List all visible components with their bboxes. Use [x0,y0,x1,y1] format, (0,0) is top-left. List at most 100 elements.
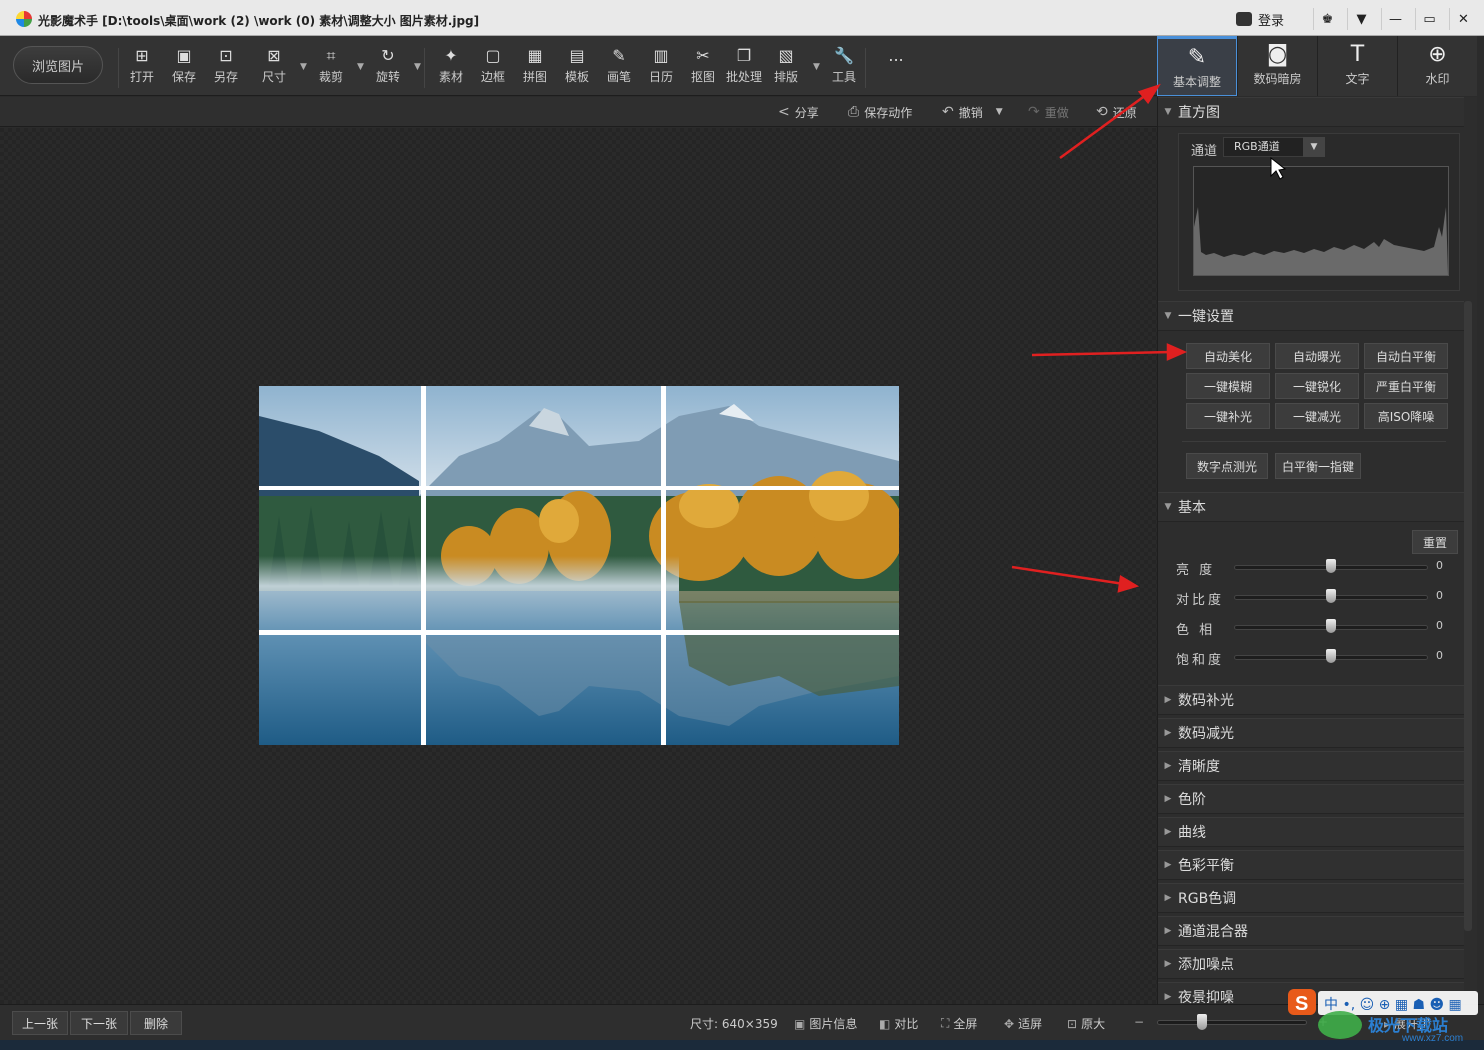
collapsed-section-header[interactable]: ▶ 数码补光 [1158,685,1464,715]
slider-value: 0 [1436,589,1443,602]
panel-scrollbar[interactable] [1464,301,1472,931]
slider-thumb[interactable] [1326,619,1336,633]
slider-thumb[interactable] [1326,589,1336,603]
slider-label: 饱和度 [1176,653,1225,668]
collapsed-section-header[interactable]: ▶ 清晰度 [1158,751,1464,781]
menu-button[interactable]: ▼ [1347,8,1375,30]
tool-frame-button[interactable]: ▢ 边框 [473,46,513,90]
fit-screen-button[interactable]: ✥ 适屏 [1004,1015,1042,1032]
zoom-slider-thumb[interactable] [1197,1014,1207,1030]
user-icon [1236,12,1252,26]
wrench-icon: 🔧 [834,46,854,65]
white-balance-picker-button[interactable]: 白平衡一指键 [1275,453,1361,479]
image-canvas[interactable] [0,128,1157,1004]
oneclick-button[interactable]: 自动美化 [1186,343,1270,369]
tool-brush-button[interactable]: ✎ 画笔 [599,46,639,90]
prev-image-button[interactable]: 上一张 [12,1011,68,1035]
slider-thumb[interactable] [1326,559,1336,573]
tab-basic-adjust[interactable]: ✎ 基本调整 [1157,36,1237,96]
oneclick-button[interactable]: 高ISO降噪 [1364,403,1448,429]
dropdown-arrow-icon[interactable]: ▼ [414,62,421,72]
next-image-button[interactable]: 下一张 [70,1011,128,1035]
dropdown-arrow-icon[interactable]: ▼ [300,62,307,72]
collapsed-section-header[interactable]: ▶ RGB色调 [1158,883,1464,913]
tool-rotate-button[interactable]: ↻ 旋转 [368,46,408,90]
photo-preview[interactable] [259,386,899,745]
tool-label: 打开 [129,70,154,84]
oneclick-button[interactable]: 一键补光 [1186,403,1270,429]
caret-right-icon: ▶ [1164,827,1172,837]
maximize-button[interactable]: ▭ [1415,8,1443,30]
oneclick-button[interactable]: 一键减光 [1275,403,1359,429]
caret-right-icon: ▶ [1164,794,1172,804]
dropdown-arrow-icon[interactable]: ▼ [813,62,820,72]
spot-metering-button[interactable]: 数字点测光 [1186,453,1268,479]
oneclick-button[interactable]: 一键锐化 [1275,373,1359,399]
delete-button[interactable]: 删除 [130,1011,182,1035]
undo-dropdown-icon[interactable]: ▼ [996,107,1003,117]
image-info-button[interactable]: ▣ 图片信息 [794,1015,857,1032]
zoom-slider[interactable] [1157,1020,1307,1025]
browse-images-button[interactable]: 浏览图片 [13,46,103,84]
login-button[interactable]: 登录 [1236,9,1284,29]
tab-darkroom[interactable]: ◙ 数码暗房 [1237,36,1317,96]
undo-button[interactable]: ↶ 撤销 ▼ [942,103,1003,121]
collapsed-section-header[interactable]: ▶ 通道混合器 [1158,916,1464,946]
tool-cutout-button[interactable]: ✂ 抠图 [683,46,723,90]
skin-button[interactable]: ♚ [1313,8,1341,30]
slider-label: 色 相 [1176,623,1216,638]
tool-open-button[interactable]: ⊞ 打开 [122,46,162,90]
original-label: 原大 [1081,1017,1106,1031]
reset-button[interactable]: 重置 [1412,530,1458,554]
redo-button[interactable]: ↷ 重做 [1028,103,1069,121]
collapsed-section-header[interactable]: ▶ 色阶 [1158,784,1464,814]
collapsed-section-header[interactable]: ▶ 数码减光 [1158,718,1464,748]
restore-button[interactable]: ⟲ 还原 [1096,103,1137,121]
tool-label: 保存 [171,70,196,84]
more-icon: ... [888,46,904,65]
minimize-button[interactable]: — [1381,8,1409,30]
oneclick-button[interactable]: 一键模糊 [1186,373,1270,399]
more-tools-button[interactable]: ... [876,46,916,90]
basic-adjust-icon: ✎ [1187,45,1207,70]
compare-button[interactable]: ◧ 对比 [879,1015,918,1032]
zoom-in-button[interactable]: + [1318,1015,1328,1029]
collapsed-section-header[interactable]: ▶ 曲线 [1158,817,1464,847]
oneclick-button[interactable]: 自动曝光 [1275,343,1359,369]
os-taskbar [0,1040,1484,1050]
tool-calendar-button[interactable]: ▥ 日历 [641,46,681,90]
tab-watermark[interactable]: ⊕ 水印 [1397,36,1477,96]
collapsed-section-header[interactable]: ▶ 色彩平衡 [1158,850,1464,880]
tool-material-button[interactable]: ✦ 素材 [431,46,471,90]
save-action-button[interactable]: ⎙ 保存动作 [848,103,912,121]
tool-batch-button[interactable]: ❐ 批处理 [724,46,764,90]
tool-collage-button[interactable]: ▦ 拼图 [515,46,555,90]
fullscreen-button[interactable]: ⛶ 全屏 [941,1015,977,1032]
slider-thumb[interactable] [1326,649,1336,663]
tool-wrench-button[interactable]: 🔧 工具 [824,46,864,90]
dropdown-arrow-icon[interactable]: ▼ [357,62,364,72]
tool-layout-button[interactable]: ▧ 排版 [766,46,806,90]
tool-template-button[interactable]: ▤ 模板 [557,46,597,90]
oneclick-button[interactable]: 严重白平衡 [1364,373,1448,399]
zoom-out-button[interactable]: − [1134,1015,1144,1029]
tab-text[interactable]: T 文字 [1317,36,1397,96]
oneclick-header[interactable]: ▼ 一键设置 [1158,301,1464,331]
basic-header[interactable]: ▼ 基本 [1158,492,1464,522]
section-title: 色彩平衡 [1178,858,1234,874]
collapsed-section-header[interactable]: ▶ 添加噪点 [1158,949,1464,979]
share-button[interactable]: < 分享 [778,103,819,121]
original-size-button[interactable]: ⊡ 原大 [1067,1015,1105,1032]
tool-resize-button[interactable]: ⊠ 尺寸 [254,46,294,90]
oneclick-button[interactable]: 自动白平衡 [1364,343,1448,369]
collapsed-section-header[interactable]: ▶ 夜景抑噪 [1158,982,1464,1004]
tool-crop-button[interactable]: ⌗ 裁剪 [311,46,351,90]
expand-button[interactable]: ▸ 展开(I) [1384,1015,1431,1032]
histogram-header[interactable]: ▼ 直方图 [1158,97,1464,127]
close-button[interactable]: ✕ [1449,8,1477,30]
tool-save-as-button[interactable]: ⊡ 另存 [206,46,246,90]
tool-save-button[interactable]: ▣ 保存 [164,46,204,90]
chevron-down-icon[interactable]: ▼ [1303,137,1325,157]
login-label: 登录 [1258,13,1285,29]
caret-down-icon: ▼ [1164,502,1172,512]
